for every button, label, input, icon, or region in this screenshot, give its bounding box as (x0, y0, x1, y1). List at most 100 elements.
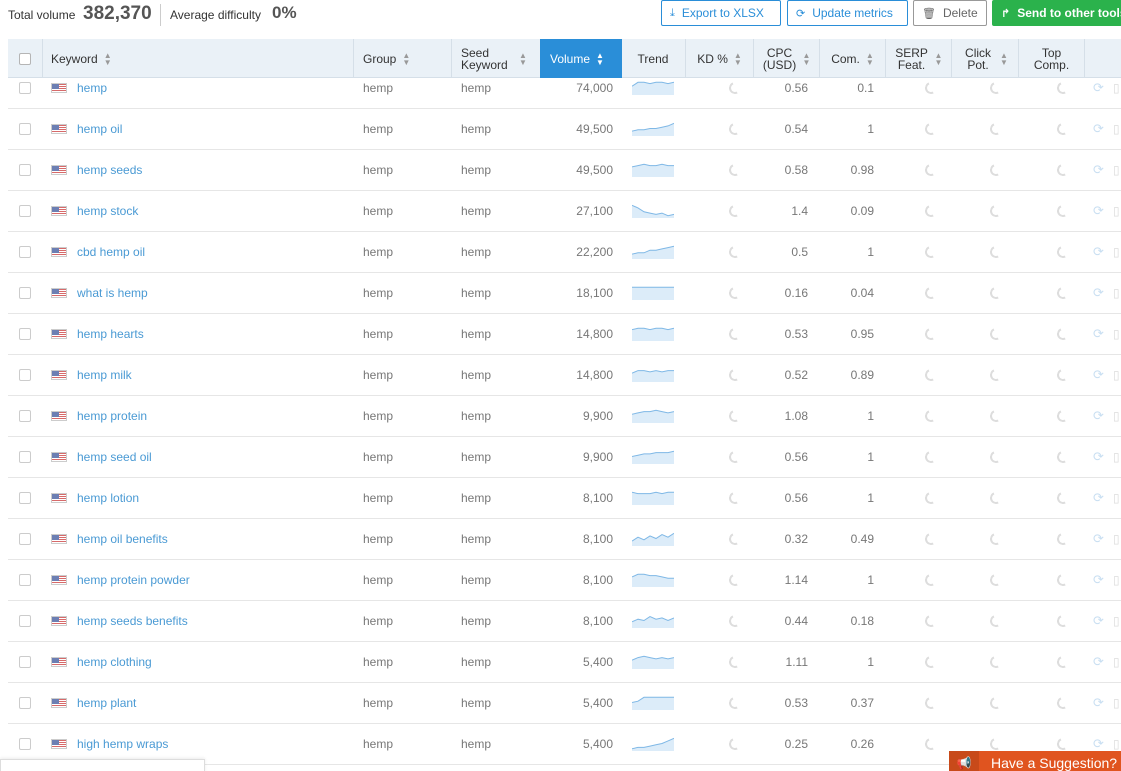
table-row[interactable]: hemp oil benefits hemp hemp 8,100 0.32 0.49 ⟳ ▯ (8, 519, 1121, 560)
table-row[interactable]: hemp stock hemp hemp 27,100 1.4 0.09 ⟳ ▯ (8, 191, 1121, 232)
table-row[interactable]: hemp oil hemp hemp 49,500 0.54 1 ⟳ ▯ (8, 109, 1121, 150)
refresh-row-icon[interactable]: ⟳ (1093, 560, 1109, 600)
refresh-row-icon[interactable]: ⟳ (1093, 519, 1109, 559)
keyword-link[interactable]: cbd hemp oil (77, 232, 347, 272)
refresh-row-icon[interactable]: ⟳ (1093, 437, 1109, 477)
export-xlsx-button[interactable]: ⤓ Export to XLSX (661, 0, 781, 26)
row-checkbox[interactable] (19, 287, 31, 299)
delete-row-icon[interactable]: ▯ (1113, 232, 1121, 272)
refresh-row-icon[interactable]: ⟳ (1093, 191, 1109, 231)
table-row[interactable]: what is hemp hemp hemp 18,100 0.16 0.04 ⟳ ▯ (8, 273, 1121, 314)
refresh-row-icon[interactable]: ⟳ (1093, 314, 1109, 354)
keyword-link[interactable]: hemp stock (77, 191, 347, 231)
keyword-link[interactable]: hemp lotion (77, 478, 347, 518)
refresh-row-icon[interactable]: ⟳ (1093, 355, 1109, 395)
suggestion-button[interactable]: 📢 Have a Suggestion? (949, 751, 1121, 771)
table-row[interactable]: hemp clothing hemp hemp 5,400 1.11 1 ⟳ ▯ (8, 642, 1121, 683)
row-checkbox[interactable] (19, 656, 31, 668)
keyword-link[interactable]: hemp oil (77, 109, 347, 149)
keyword-link[interactable]: hemp milk (77, 355, 347, 395)
update-metrics-button[interactable]: ⟳ Update metrics (787, 0, 908, 26)
table-row[interactable]: hemp lotion hemp hemp 8,100 0.56 1 ⟳ ▯ (8, 478, 1121, 519)
row-checkbox[interactable] (19, 574, 31, 586)
table-row[interactable]: hemp protein powder hemp hemp 8,100 1.14 1 ⟳ ▯ (8, 560, 1121, 601)
refresh-row-icon[interactable]: ⟳ (1093, 273, 1109, 313)
update-label: Update metrics (812, 6, 893, 20)
row-checkbox[interactable] (19, 369, 31, 381)
table-row[interactable]: hemp plant hemp hemp 5,400 0.53 0.37 ⟳ ▯ (8, 683, 1121, 724)
delete-row-icon[interactable]: ▯ (1113, 314, 1121, 354)
row-checkbox[interactable] (19, 164, 31, 176)
column-volume[interactable]: Volume ▲ ▼ (540, 39, 622, 78)
column-kd[interactable]: KD % ▲ ▼ (686, 39, 753, 78)
table-row[interactable]: hemp protein hemp hemp 9,900 1.08 1 ⟳ ▯ (8, 396, 1121, 437)
delete-row-icon[interactable]: ▯ (1113, 78, 1121, 108)
table-row[interactable]: hemp seeds hemp hemp 49,500 0.58 0.98 ⟳ ▯ (8, 150, 1121, 191)
delete-row-icon[interactable]: ▯ (1113, 683, 1121, 723)
refresh-row-icon[interactable]: ⟳ (1093, 78, 1109, 108)
delete-row-icon[interactable]: ▯ (1113, 150, 1121, 190)
bottom-panel-tab[interactable] (0, 759, 205, 771)
row-checkbox[interactable] (19, 738, 31, 750)
row-checkbox[interactable] (19, 410, 31, 422)
table-row[interactable]: hemp seeds benefits hemp hemp 8,100 0.44 0.18… (8, 601, 1121, 642)
send-to-other-tools-button[interactable]: ↱ Send to other tools (992, 0, 1121, 26)
row-checkbox[interactable] (19, 205, 31, 217)
refresh-row-icon[interactable]: ⟳ (1093, 232, 1109, 272)
row-checkbox[interactable] (19, 615, 31, 627)
delete-row-icon[interactable]: ▯ (1113, 560, 1121, 600)
delete-row-icon[interactable]: ▯ (1113, 191, 1121, 231)
refresh-row-icon[interactable]: ⟳ (1093, 150, 1109, 190)
row-checkbox[interactable] (19, 123, 31, 135)
delete-row-icon[interactable]: ▯ (1113, 396, 1121, 436)
keyword-link[interactable]: hemp seeds benefits (77, 601, 347, 641)
row-checkbox[interactable] (19, 697, 31, 709)
table-row[interactable]: hemp hemp hemp 74,000 0.56 0.1 ⟳ ▯ (8, 78, 1121, 109)
table-row[interactable]: hemp seed oil hemp hemp 9,900 0.56 1 ⟳ ▯ (8, 437, 1121, 478)
row-checkbox[interactable] (19, 328, 31, 340)
table-row[interactable]: hemp hearts hemp hemp 14,800 0.53 0.95 ⟳ ▯ (8, 314, 1121, 355)
table-row[interactable]: hemp milk hemp hemp 14,800 0.52 0.89 ⟳ ▯ (8, 355, 1121, 396)
refresh-row-icon[interactable]: ⟳ (1093, 683, 1109, 723)
delete-row-icon[interactable]: ▯ (1113, 601, 1121, 641)
delete-row-icon[interactable]: ▯ (1113, 478, 1121, 518)
column-cpc[interactable]: CPC (USD) ▲ ▼ (754, 39, 819, 78)
row-checkbox[interactable] (19, 451, 31, 463)
refresh-row-icon[interactable]: ⟳ (1093, 109, 1109, 149)
select-all-checkbox[interactable] (19, 52, 31, 65)
refresh-row-icon[interactable]: ⟳ (1093, 642, 1109, 682)
keyword-link[interactable]: hemp oil benefits (77, 519, 347, 559)
keyword-link[interactable]: hemp (77, 78, 347, 108)
delete-row-icon[interactable]: ▯ (1113, 355, 1121, 395)
delete-row-icon[interactable]: ▯ (1113, 437, 1121, 477)
keyword-link[interactable]: hemp seeds (77, 150, 347, 190)
delete-row-icon[interactable]: ▯ (1113, 642, 1121, 682)
delete-button[interactable]: 🗑 Delete (913, 0, 987, 26)
keyword-link[interactable]: hemp seed oil (77, 437, 347, 477)
keyword-link[interactable]: what is hemp (77, 273, 347, 313)
refresh-row-icon[interactable]: ⟳ (1093, 396, 1109, 436)
keyword-link[interactable]: hemp plant (77, 683, 347, 723)
column-group[interactable]: Group ▲ ▼ (363, 39, 448, 78)
column-keyword[interactable]: Keyword ▲ ▼ (51, 39, 351, 78)
column-click[interactable]: Click Pot. ▲ ▼ (952, 39, 1018, 78)
delete-row-icon[interactable]: ▯ (1113, 109, 1121, 149)
column-seed-keyword[interactable]: Seed Keyword ▲ ▼ (461, 39, 546, 78)
table-row[interactable]: cbd hemp oil hemp hemp 22,200 0.5 1 ⟳ ▯ (8, 232, 1121, 273)
refresh-row-icon[interactable]: ⟳ (1093, 601, 1109, 641)
row-checkbox[interactable] (19, 492, 31, 504)
keyword-link[interactable]: hemp clothing (77, 642, 347, 682)
row-checkbox[interactable] (19, 533, 31, 545)
keyword-link[interactable]: hemp hearts (77, 314, 347, 354)
column-serp[interactable]: SERP Feat. ▲ ▼ (886, 39, 951, 78)
keyword-link[interactable]: hemp protein powder (77, 560, 347, 600)
column-com[interactable]: Com. ▲ ▼ (820, 39, 885, 78)
row-checkbox[interactable] (19, 246, 31, 258)
delete-row-icon[interactable]: ▯ (1113, 519, 1121, 559)
keyword-link[interactable]: hemp protein (77, 396, 347, 436)
delete-row-icon[interactable]: ▯ (1113, 273, 1121, 313)
row-checkbox[interactable] (19, 82, 31, 94)
refresh-row-icon[interactable]: ⟳ (1093, 478, 1109, 518)
keyword-link[interactable]: high hemp wraps (77, 724, 347, 764)
loading-spinner-icon (988, 408, 1004, 424)
